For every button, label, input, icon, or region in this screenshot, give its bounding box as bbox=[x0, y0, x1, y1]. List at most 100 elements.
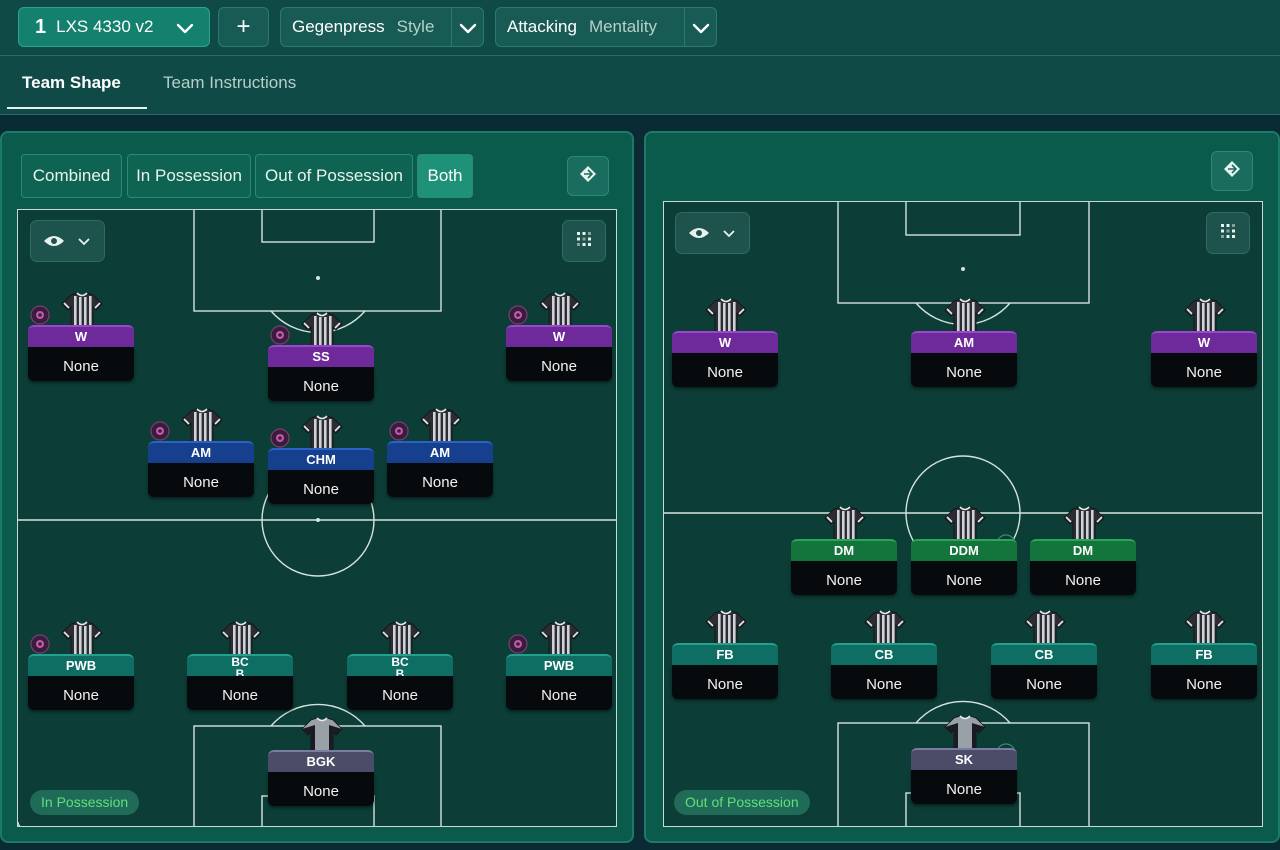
divider bbox=[451, 8, 452, 46]
shirt-icon bbox=[61, 621, 103, 657]
tabs-bar: Team Shape Team Instructions bbox=[0, 56, 1280, 115]
shirt-icon bbox=[705, 610, 747, 646]
visibility-toggle[interactable] bbox=[675, 212, 750, 254]
phase-label: In Possession bbox=[30, 790, 140, 815]
add-tactic-button[interactable]: + bbox=[218, 7, 269, 47]
swap-button[interactable] bbox=[567, 156, 609, 196]
pitch-out-of-possession: Out of Possession W None AM None W None DM None… bbox=[663, 201, 1263, 827]
player-role: AM bbox=[148, 441, 254, 463]
player-card[interactable]: AM None bbox=[911, 298, 1017, 387]
tactic-select[interactable]: 1 LXS 4330 v2 bbox=[18, 7, 210, 47]
player-card[interactable]: BC B None bbox=[187, 621, 293, 710]
player-role: PWB bbox=[506, 654, 612, 676]
player-duty: None bbox=[1151, 665, 1257, 699]
player-role: CB bbox=[991, 643, 1097, 665]
player-card[interactable]: CHM None bbox=[268, 415, 374, 504]
tab-team-shape[interactable]: Team Shape bbox=[22, 73, 121, 93]
player-duty: None bbox=[911, 770, 1017, 804]
player-card[interactable]: FB None bbox=[672, 610, 778, 699]
shirt-icon bbox=[824, 506, 866, 542]
player-card[interactable]: W None bbox=[1151, 298, 1257, 387]
player-duty: None bbox=[268, 772, 374, 806]
visibility-toggle[interactable] bbox=[30, 220, 105, 262]
player-card[interactable]: FB None bbox=[1151, 610, 1257, 699]
player-duty: None bbox=[28, 347, 134, 381]
player-card[interactable]: CB None bbox=[831, 610, 937, 699]
player-card[interactable]: CB None bbox=[991, 610, 1097, 699]
player-card[interactable]: SS None bbox=[268, 312, 374, 401]
player-card[interactable]: W None bbox=[28, 292, 134, 381]
shirt-icon bbox=[301, 415, 343, 451]
player-role: FB bbox=[672, 643, 778, 665]
player-card[interactable]: BC B None bbox=[347, 621, 453, 710]
phase-label: Out of Possession bbox=[674, 790, 810, 815]
player-role: DM bbox=[1030, 539, 1136, 561]
view-mode-combined[interactable]: Combined bbox=[21, 154, 122, 198]
in-possession-badge-icon bbox=[30, 634, 50, 654]
player-card[interactable]: DM None bbox=[1030, 506, 1136, 595]
shirt-icon bbox=[864, 610, 906, 646]
shirt-icon bbox=[944, 506, 986, 542]
shirt-icon bbox=[705, 298, 747, 334]
player-card[interactable]: PWB None bbox=[28, 621, 134, 710]
player-role: W bbox=[28, 325, 134, 347]
in-possession-badge-icon bbox=[389, 421, 409, 441]
player-duty: None bbox=[1151, 353, 1257, 387]
grid-icon bbox=[576, 231, 592, 252]
player-duty: None bbox=[506, 347, 612, 381]
player-card[interactable]: BGK None bbox=[268, 717, 374, 806]
player-card[interactable]: DDM None bbox=[911, 506, 1017, 595]
player-role: PWB bbox=[28, 654, 134, 676]
player-duty: None bbox=[831, 665, 937, 699]
style-value: Gegenpress bbox=[292, 17, 385, 36]
eye-icon bbox=[688, 226, 710, 245]
style-select[interactable]: Gegenpress Style bbox=[280, 7, 484, 47]
shirt-icon bbox=[181, 408, 223, 444]
player-duty: None bbox=[187, 676, 293, 710]
player-duty: None bbox=[672, 665, 778, 699]
in-possession-badge-icon bbox=[150, 421, 170, 441]
player-duty: None bbox=[672, 353, 778, 387]
player-card[interactable]: AM None bbox=[387, 408, 493, 497]
view-mode-in-possession[interactable]: In Possession bbox=[127, 154, 251, 198]
active-tab-indicator bbox=[7, 107, 147, 109]
player-card[interactable]: AM None bbox=[148, 408, 254, 497]
grid-toggle-button[interactable] bbox=[562, 220, 606, 262]
player-duty: None bbox=[911, 561, 1017, 595]
player-card[interactable]: PWB None bbox=[506, 621, 612, 710]
swap-icon bbox=[579, 165, 597, 188]
swap-button[interactable] bbox=[1211, 151, 1253, 191]
view-mode-both[interactable]: Both bbox=[417, 154, 473, 198]
player-role: SS bbox=[268, 345, 374, 367]
player-card[interactable]: W None bbox=[506, 292, 612, 381]
chevron-down-icon bbox=[175, 18, 195, 38]
shirt-icon bbox=[1184, 610, 1226, 646]
player-duty: None bbox=[347, 676, 453, 710]
shirt-icon bbox=[539, 621, 581, 657]
shirt-icon bbox=[61, 292, 103, 328]
player-role: SK bbox=[911, 748, 1017, 770]
player-duty: None bbox=[148, 463, 254, 497]
shirt-icon bbox=[1024, 610, 1066, 646]
mentality-select[interactable]: Attacking Mentality bbox=[495, 7, 717, 47]
grid-toggle-button[interactable] bbox=[1206, 212, 1250, 254]
player-duty: None bbox=[991, 665, 1097, 699]
in-possession-badge-icon bbox=[508, 305, 528, 325]
player-card[interactable]: DM None bbox=[791, 506, 897, 595]
tab-team-instructions[interactable]: Team Instructions bbox=[163, 73, 296, 93]
shirt-icon bbox=[220, 621, 262, 657]
player-duty: None bbox=[387, 463, 493, 497]
chevron-down-icon bbox=[691, 18, 711, 38]
player-card[interactable]: W None bbox=[672, 298, 778, 387]
view-mode-out-of-possession[interactable]: Out of Possession bbox=[255, 154, 413, 198]
player-card[interactable]: SK None bbox=[911, 715, 1017, 804]
player-role: BC B bbox=[187, 654, 293, 680]
player-role: CB bbox=[831, 643, 937, 665]
shirt-icon bbox=[420, 408, 462, 444]
goalkeeper-shirt-icon bbox=[301, 717, 343, 753]
mentality-value: Attacking bbox=[507, 17, 577, 36]
player-role: W bbox=[672, 331, 778, 353]
player-duty: None bbox=[28, 676, 134, 710]
divider bbox=[684, 8, 685, 46]
player-role: AM bbox=[911, 331, 1017, 353]
